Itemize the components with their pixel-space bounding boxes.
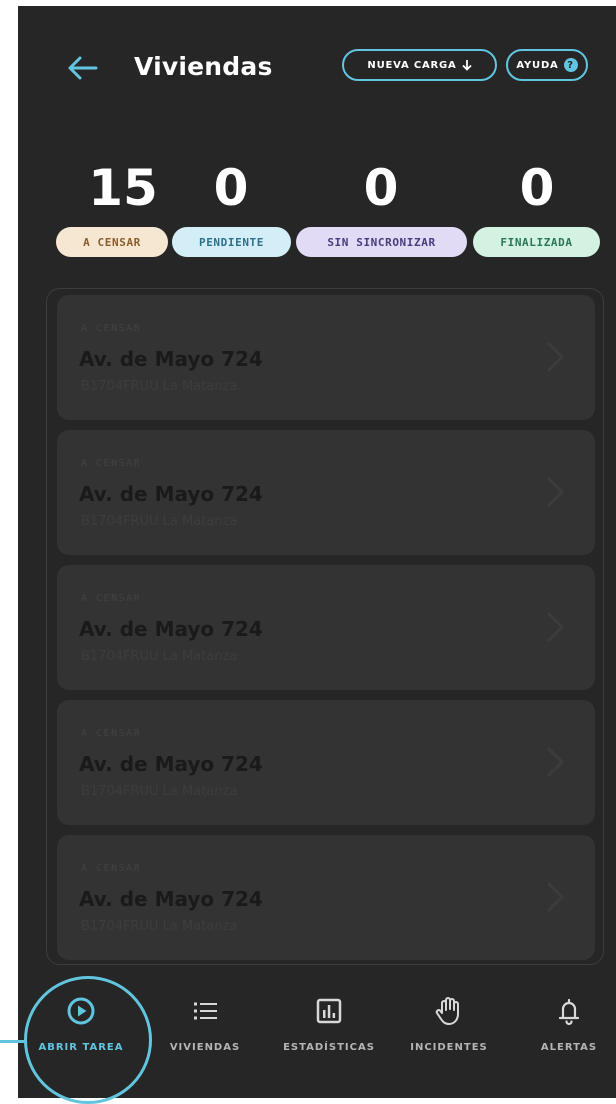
- nav-label: VIVIENDAS: [169, 1042, 241, 1053]
- viviendas-list: A CENSAR Av. de Mayo 724 B1704FRUU La Ma…: [46, 288, 604, 965]
- item-status: A CENSAR: [81, 728, 142, 739]
- item-location: B1704FRUU La Matanza: [81, 649, 238, 664]
- page-title: Viviendas: [134, 52, 273, 81]
- nav-incidentes[interactable]: INCIDENTES: [394, 994, 504, 1074]
- item-status: A CENSAR: [81, 323, 142, 334]
- item-address: Av. de Mayo 724: [79, 752, 263, 776]
- nav-abrir-tarea[interactable]: ABRIR TAREA: [26, 994, 136, 1074]
- nav-viviendas[interactable]: VIVIENDAS: [150, 994, 260, 1074]
- callout-line: [0, 1040, 26, 1043]
- nav-label: ALERTAS: [540, 1042, 598, 1053]
- arrow-left-icon[interactable]: [64, 52, 100, 84]
- badge-pendiente[interactable]: PENDIENTE: [172, 227, 291, 257]
- nav-label: INCIDENTES: [410, 1042, 488, 1053]
- list-item[interactable]: A CENSAR Av. de Mayo 724 B1704FRUU La Ma…: [57, 295, 595, 420]
- bell-icon: [558, 998, 580, 1026]
- list-item[interactable]: A CENSAR Av. de Mayo 724 B1704FRUU La Ma…: [57, 565, 595, 690]
- header: Viviendas NUEVA CARGA AYUDA ?: [18, 6, 616, 126]
- item-status: A CENSAR: [81, 458, 142, 469]
- nueva-carga-button[interactable]: NUEVA CARGA: [342, 49, 497, 81]
- chevron-right-icon: [546, 476, 565, 508]
- nav-label: ABRIR TAREA: [38, 1042, 124, 1053]
- list-item[interactable]: A CENSAR Av. de Mayo 724 B1704FRUU La Ma…: [57, 430, 595, 555]
- nav-alertas[interactable]: ALERTAS: [514, 994, 616, 1074]
- nueva-carga-label: NUEVA CARGA: [367, 59, 457, 71]
- help-circle-icon: ?: [563, 58, 578, 72]
- stat-a-censar-count: 15: [88, 159, 158, 217]
- item-address: Av. de Mayo 724: [79, 482, 263, 506]
- chevron-right-icon: [546, 611, 565, 643]
- item-location: B1704FRUU La Matanza: [81, 784, 238, 799]
- stat-pendiente-count: 0: [213, 159, 249, 217]
- app-screen: Viviendas NUEVA CARGA AYUDA ? 15 0 0 0 A…: [18, 6, 616, 1098]
- badge-finalizada[interactable]: FINALIZADA: [473, 227, 600, 257]
- ayuda-label: AYUDA: [516, 59, 559, 71]
- nav-label: ESTADÍSTICAS: [283, 1042, 375, 1053]
- item-status: A CENSAR: [81, 863, 142, 874]
- bottom-nav: ABRIR TAREA VIVIENDAS ESTADÍSTICAS INCID…: [18, 974, 616, 1098]
- ayuda-button[interactable]: AYUDA ?: [506, 49, 588, 81]
- item-location: B1704FRUU La Matanza: [81, 514, 238, 529]
- badge-a-censar[interactable]: A CENSAR: [56, 227, 168, 257]
- list-item[interactable]: A CENSAR Av. de Mayo 724 B1704FRUU La Ma…: [57, 700, 595, 825]
- list-icon: [194, 1002, 217, 1020]
- item-location: B1704FRUU La Matanza: [81, 919, 238, 934]
- chevron-right-icon: [546, 746, 565, 778]
- item-address: Av. de Mayo 724: [79, 617, 263, 641]
- item-address: Av. de Mayo 724: [79, 887, 263, 911]
- item-address: Av. de Mayo 724: [79, 347, 263, 371]
- list-item[interactable]: A CENSAR Av. de Mayo 724 B1704FRUU La Ma…: [57, 835, 595, 960]
- chevron-right-icon: [546, 341, 565, 373]
- stat-sin-sincronizar-count: 0: [363, 159, 399, 217]
- item-location: B1704FRUU La Matanza: [81, 379, 238, 394]
- arrow-down-icon: [461, 60, 472, 71]
- stat-finalizada-count: 0: [519, 159, 555, 217]
- chevron-right-icon: [546, 881, 565, 913]
- badge-sin-sincronizar[interactable]: SIN SINCRONIZAR: [296, 227, 467, 257]
- nav-estadisticas[interactable]: ESTADÍSTICAS: [274, 994, 384, 1074]
- play-circle-icon: [67, 997, 95, 1025]
- bar-chart-icon: [316, 998, 342, 1024]
- item-status: A CENSAR: [81, 593, 142, 604]
- hand-icon: [435, 997, 459, 1025]
